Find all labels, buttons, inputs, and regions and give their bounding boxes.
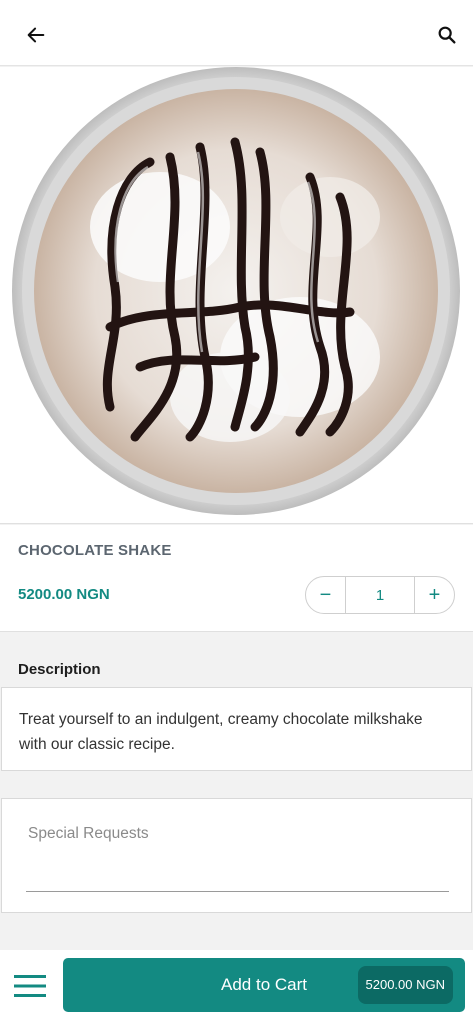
special-requests-input[interactable] xyxy=(26,817,449,892)
description-heading: Description xyxy=(18,661,101,678)
quantity-stepper: − 1 + xyxy=(305,576,455,614)
increment-button[interactable]: + xyxy=(415,577,454,613)
search-icon xyxy=(438,26,456,44)
add-to-cart-button[interactable]: Add to Cart 5200.00 NGN xyxy=(63,958,465,1012)
description-text: Treat yourself to an indulgent, creamy c… xyxy=(1,687,472,771)
special-requests-section xyxy=(1,798,472,913)
back-button[interactable] xyxy=(16,15,56,55)
menu-button[interactable] xyxy=(10,968,50,1004)
decrement-button[interactable]: − xyxy=(306,577,345,613)
hamburger-menu-icon xyxy=(14,975,46,997)
bottom-bar: Add to Cart 5200.00 NGN xyxy=(0,950,473,1024)
top-bar xyxy=(0,0,473,66)
product-detail-screen: CHOCOLATE SHAKE 5200.00 NGN − 1 + Descri… xyxy=(0,0,473,1024)
chocolate-shake-photo xyxy=(0,67,473,523)
product-info-section: CHOCOLATE SHAKE 5200.00 NGN − 1 + xyxy=(0,525,473,632)
product-price: 5200.00 NGN xyxy=(18,586,110,603)
quantity-value: 1 xyxy=(345,577,415,613)
arrow-left-icon xyxy=(27,27,45,43)
cart-total-badge: 5200.00 NGN xyxy=(357,966,453,1004)
product-image xyxy=(0,67,473,524)
search-button[interactable] xyxy=(427,15,467,55)
product-name: CHOCOLATE SHAKE xyxy=(18,542,172,559)
